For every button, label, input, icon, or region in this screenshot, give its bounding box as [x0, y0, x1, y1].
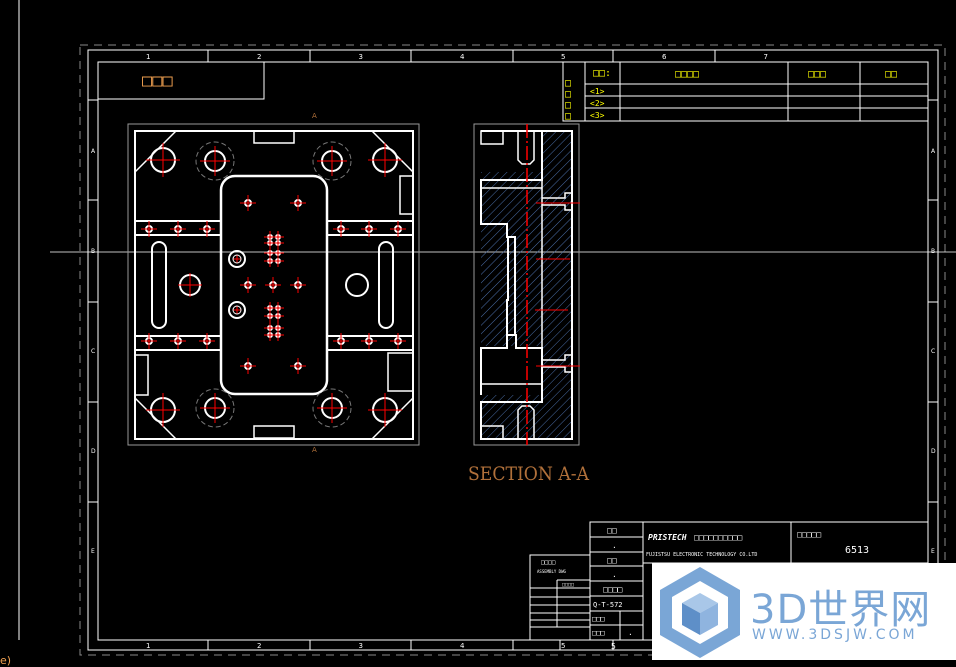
- hole-centerline: [368, 393, 402, 427]
- company-name-en: FUJISTSU ELECTRONIC TECHNOLOGY CO.LTD: [646, 552, 757, 558]
- hole-centerline: [272, 255, 284, 267]
- tb-small-0: .: [612, 541, 617, 550]
- hole-centerline: [368, 143, 402, 177]
- hole-centerline: [265, 277, 281, 293]
- column-label: 5: [561, 53, 565, 61]
- hole-centerline: [290, 277, 306, 293]
- tb-cell-7: □□□: [592, 629, 605, 637]
- column-label: 2: [257, 642, 261, 650]
- column-label: 1: [146, 642, 150, 650]
- drawing-no-label: □□□□□: [797, 530, 821, 539]
- row-label: B: [91, 248, 95, 255]
- revision-row-2: <2>: [590, 99, 605, 108]
- title-box-label: □□□: [142, 71, 173, 91]
- tb-small-1: .: [612, 570, 617, 579]
- hole-centerline: [290, 358, 306, 374]
- row-label: C: [931, 348, 935, 355]
- title-box: [97, 61, 265, 100]
- hole-centerline: [240, 277, 256, 293]
- hole-centerline: [146, 143, 180, 177]
- row-label: D: [931, 448, 936, 455]
- column-label: 5: [561, 642, 565, 650]
- view-marker-bottom: A: [312, 446, 317, 454]
- row-label: E: [931, 548, 935, 555]
- tb-cell-0: □□: [607, 526, 617, 535]
- company-name-cn: □□□□□□□□□□: [694, 533, 742, 542]
- column-label: 6: [662, 53, 667, 61]
- tb-cell-2: □□: [607, 556, 617, 565]
- tb-cell-6: □□□: [592, 615, 605, 623]
- revision-row-1: <1>: [590, 87, 605, 96]
- hole-centerline: [200, 146, 230, 176]
- row-label: B: [931, 248, 935, 255]
- section-label: SECTION A-A: [468, 463, 589, 485]
- revision-header-2: □□□: [808, 69, 826, 80]
- tb-part-no: Q-T-572: [593, 601, 623, 609]
- watermark-cube-logo-icon: [660, 567, 740, 658]
- row-label: C: [91, 348, 95, 355]
- row-label: A: [931, 148, 936, 155]
- hole-centerline: [272, 310, 284, 322]
- side-table-2: □□□□: [562, 582, 574, 588]
- revision-table: [562, 61, 929, 122]
- section-view[interactable]: [473, 123, 580, 446]
- hole-centerline: [317, 393, 347, 423]
- column-label: 2: [257, 53, 261, 61]
- column-label: 7: [764, 53, 768, 61]
- revision-header-1: □□□□: [675, 69, 699, 80]
- hole-centerline: [240, 195, 256, 211]
- row-label: A: [91, 148, 96, 155]
- tb-cell-4: □□□□: [603, 585, 622, 594]
- command-line-fragment: e): [0, 654, 12, 667]
- row-label: D: [91, 448, 96, 455]
- hole-centerline: [146, 393, 180, 427]
- hole-centerline: [240, 358, 256, 374]
- column-label: 4: [460, 642, 465, 650]
- bottom-sheet-number: 5: [611, 642, 616, 651]
- side-table-0: □□□□: [541, 559, 556, 566]
- hole-centerline: [290, 195, 306, 211]
- column-label: 3: [359, 53, 363, 61]
- revision-header-3: □□: [885, 69, 897, 80]
- side-table-1: ASSEMBLY DWG: [537, 569, 566, 574]
- revision-row-3: <3>: [590, 111, 605, 120]
- drawing-no: 6513: [845, 545, 869, 556]
- hole-centerline: [178, 273, 202, 297]
- sheet-inner-frame: [97, 61, 929, 641]
- company-brand: PRISTECH: [648, 533, 687, 542]
- revision-side-label: □□□□: [563, 78, 574, 122]
- row-label: E: [91, 548, 95, 555]
- column-label: 4: [460, 53, 465, 61]
- view-marker-top: A: [312, 112, 317, 120]
- tb-small-2: .: [628, 628, 633, 637]
- hole-centerline: [272, 329, 284, 341]
- hole: [345, 273, 369, 297]
- column-label: 3: [359, 642, 363, 650]
- plan-view[interactable]: [127, 123, 420, 446]
- hole-centerline: [200, 393, 230, 423]
- watermark-url: WWW.3DSJW.COM: [752, 627, 918, 643]
- revision-header-0: □□:: [593, 68, 611, 79]
- watermark: 3D世界网 WWW.3DSJW.COM: [652, 563, 956, 660]
- hole-centerline: [317, 146, 347, 176]
- column-label: 1: [146, 53, 150, 61]
